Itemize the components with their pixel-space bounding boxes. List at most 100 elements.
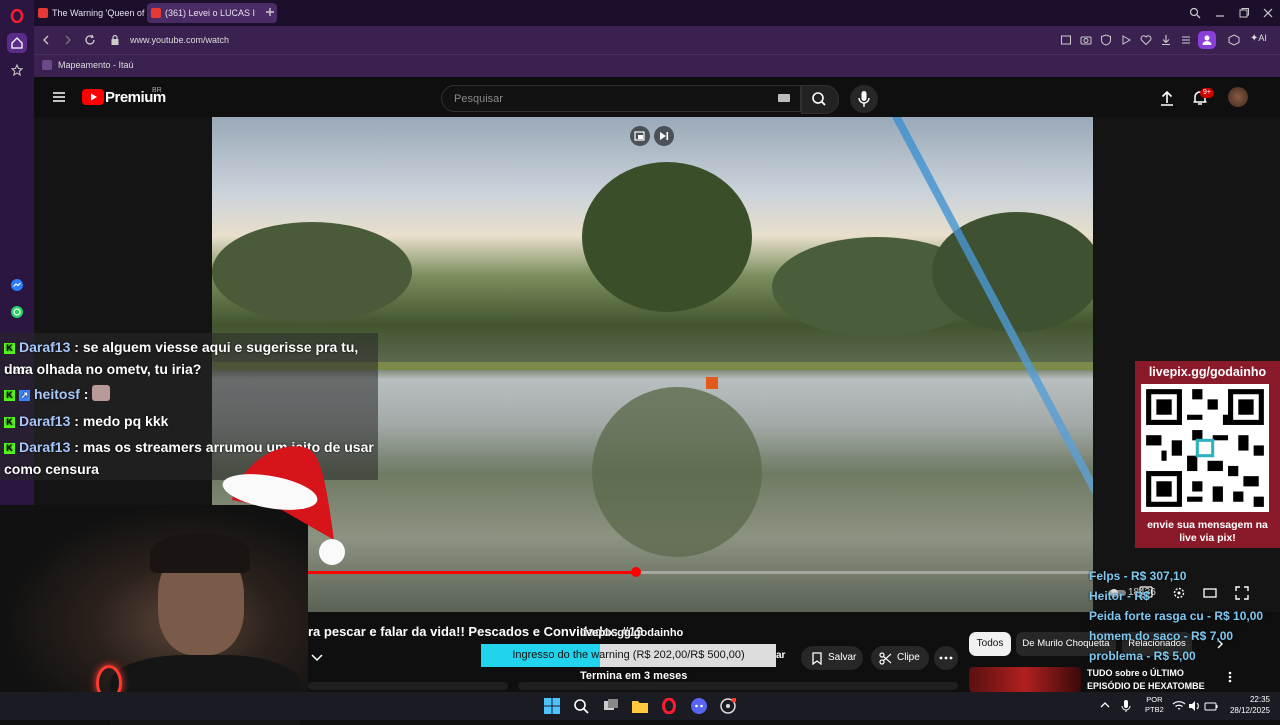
goal-site: livepix.gg/godainho (580, 627, 684, 639)
miniplayer-button[interactable] (630, 126, 650, 146)
chat-username: Daraf13 (19, 413, 71, 429)
progress-scrubber-handle[interactable] (631, 567, 641, 577)
bookmark-favicon-icon (42, 60, 52, 70)
donation-item: homem do saco - R$ 7,00 (1089, 629, 1234, 643)
clip-button[interactable]: Clipe (871, 646, 929, 670)
goal-bar: Ingresso do the warning (R$ 202,00/R$ 50… (481, 644, 776, 667)
menu-icon[interactable] (1180, 34, 1192, 46)
play-icon[interactable] (1120, 34, 1132, 46)
more-actions-button[interactable] (934, 646, 958, 670)
save-label: Salvar (828, 652, 857, 663)
messenger-icon[interactable] (7, 275, 27, 295)
home-icon[interactable] (7, 33, 27, 53)
ai-label: AI (1258, 33, 1267, 43)
close-window-icon[interactable] (1262, 7, 1274, 19)
extensions-icon[interactable] (1228, 34, 1240, 46)
avatar[interactable] (1228, 87, 1248, 107)
related-thumbnail[interactable] (969, 667, 1081, 692)
comment-box (518, 682, 958, 690)
skip-button[interactable] (654, 126, 674, 146)
restore-icon[interactable] (1238, 7, 1250, 19)
emote-icon (92, 385, 111, 401)
search-tabs-icon[interactable] (1189, 7, 1201, 19)
theater-mode-icon[interactable] (1203, 587, 1217, 599)
clock[interactable]: 22:35 28/12/2025 (1222, 694, 1270, 716)
expand-chevron-icon[interactable] (308, 646, 330, 670)
task-view-icon[interactable] (602, 697, 620, 715)
livepix-qr-panel: livepix.gg/godainho envie sua mensagem n… (1135, 361, 1280, 548)
discord-icon[interactable] (690, 697, 708, 715)
tray-mic-icon[interactable] (1121, 699, 1131, 713)
snapshot-icon[interactable] (1060, 34, 1072, 46)
donation-item: problema - R$ 5,00 (1089, 649, 1196, 663)
opera-logo-icon[interactable] (7, 6, 27, 26)
chip-todos[interactable]: Todos (969, 632, 1011, 656)
whatsapp-icon[interactable] (7, 302, 27, 322)
related-title-line1[interactable]: TUDO sobre o ÚLTIMO (1087, 668, 1184, 678)
tab-levei-o-lucas[interactable]: (361) Levei o LUCAS I (147, 3, 277, 23)
search-button[interactable] (801, 85, 839, 114)
fullscreen-icon[interactable] (1235, 586, 1249, 600)
forward-icon[interactable] (62, 34, 74, 46)
heart-icon[interactable] (1140, 34, 1152, 46)
keyboard-layout: PTB2 (1145, 705, 1164, 714)
url-field[interactable]: www.youtube.com/watch (130, 35, 229, 45)
action-partial-label[interactable]: ar (776, 650, 785, 661)
related-title-line2[interactable]: EPISÓDIO DE HEXATOMBE (1087, 681, 1205, 691)
camera-icon[interactable] (1080, 34, 1092, 46)
new-tab-icon[interactable] (264, 6, 276, 18)
tab-bar: The Warning 'Queen of th (361) Levei o L… (34, 0, 1280, 26)
bookmark-mapeamento-itau[interactable]: Mapeamento - Itaú (58, 60, 134, 70)
download-icon[interactable] (1160, 34, 1172, 46)
save-button[interactable]: Salvar (801, 646, 863, 670)
kick-badge-icon: K (4, 343, 15, 354)
shield-icon[interactable] (1100, 34, 1112, 46)
language-indicator[interactable]: POR PTB2 (1145, 695, 1164, 715)
chat-username: Daraf13 (19, 439, 71, 455)
goal-label: Ingresso do the warning (R$ 202,00/R$ 50… (512, 649, 745, 661)
microphone-icon (858, 91, 870, 107)
miniplayer-icon (634, 131, 645, 141)
upload-icon[interactable] (1160, 90, 1174, 106)
hamburger-menu-icon[interactable] (52, 91, 66, 103)
more-horizontal-icon (939, 656, 953, 660)
search-input[interactable] (452, 90, 756, 108)
youtube-logo-icon[interactable] (82, 89, 104, 105)
youtube-favicon-icon (151, 8, 161, 18)
youtube-header: Premium BR 9+ (34, 77, 1280, 117)
windows-start-icon[interactable] (543, 697, 561, 715)
lock-icon[interactable] (110, 34, 120, 46)
minimize-icon[interactable] (1214, 7, 1226, 19)
voice-search-button[interactable] (850, 85, 878, 113)
star-icon[interactable] (7, 60, 27, 80)
back-icon[interactable] (40, 34, 52, 46)
windows-taskbar: POR PTB2 22:35 28/12/2025 (0, 692, 1280, 720)
aria-ai-button[interactable]: ✦AI (1250, 33, 1267, 44)
keyboard-icon[interactable] (778, 94, 790, 102)
opera-taskbar-icon[interactable] (660, 697, 678, 715)
kick-badge-icon: K (4, 443, 15, 454)
language-code: POR (1146, 695, 1163, 704)
notification-count-badge: 9+ (1200, 88, 1214, 98)
tray-chevron-icon[interactable] (1100, 701, 1110, 709)
chat-message: K ↗ heitosf : (4, 383, 111, 405)
chat-username: heitosf (34, 386, 80, 402)
kick-badge-icon: K (4, 390, 15, 401)
skip-next-icon (660, 132, 669, 140)
reload-icon[interactable] (84, 34, 96, 46)
clock-date: 28/12/2025 (1229, 706, 1270, 715)
wifi-icon[interactable] (1172, 700, 1186, 712)
file-explorer-icon[interactable] (631, 697, 649, 715)
profile-icon[interactable] (1198, 31, 1216, 49)
battery-icon[interactable] (1204, 700, 1218, 712)
santa-hat-icon (222, 446, 345, 565)
settings-gear-icon[interactable] (1172, 586, 1186, 600)
search-icon (812, 92, 826, 106)
search-icon[interactable] (572, 697, 590, 715)
donation-item: Heitor - R$ (1089, 589, 1150, 603)
tab-label: The Warning 'Queen of th (52, 8, 155, 18)
obs-icon[interactable] (719, 697, 737, 715)
tab-the-warning[interactable]: The Warning 'Queen of th (34, 3, 162, 23)
related-more-icon[interactable] (1226, 670, 1234, 684)
volume-icon[interactable] (1188, 700, 1202, 712)
